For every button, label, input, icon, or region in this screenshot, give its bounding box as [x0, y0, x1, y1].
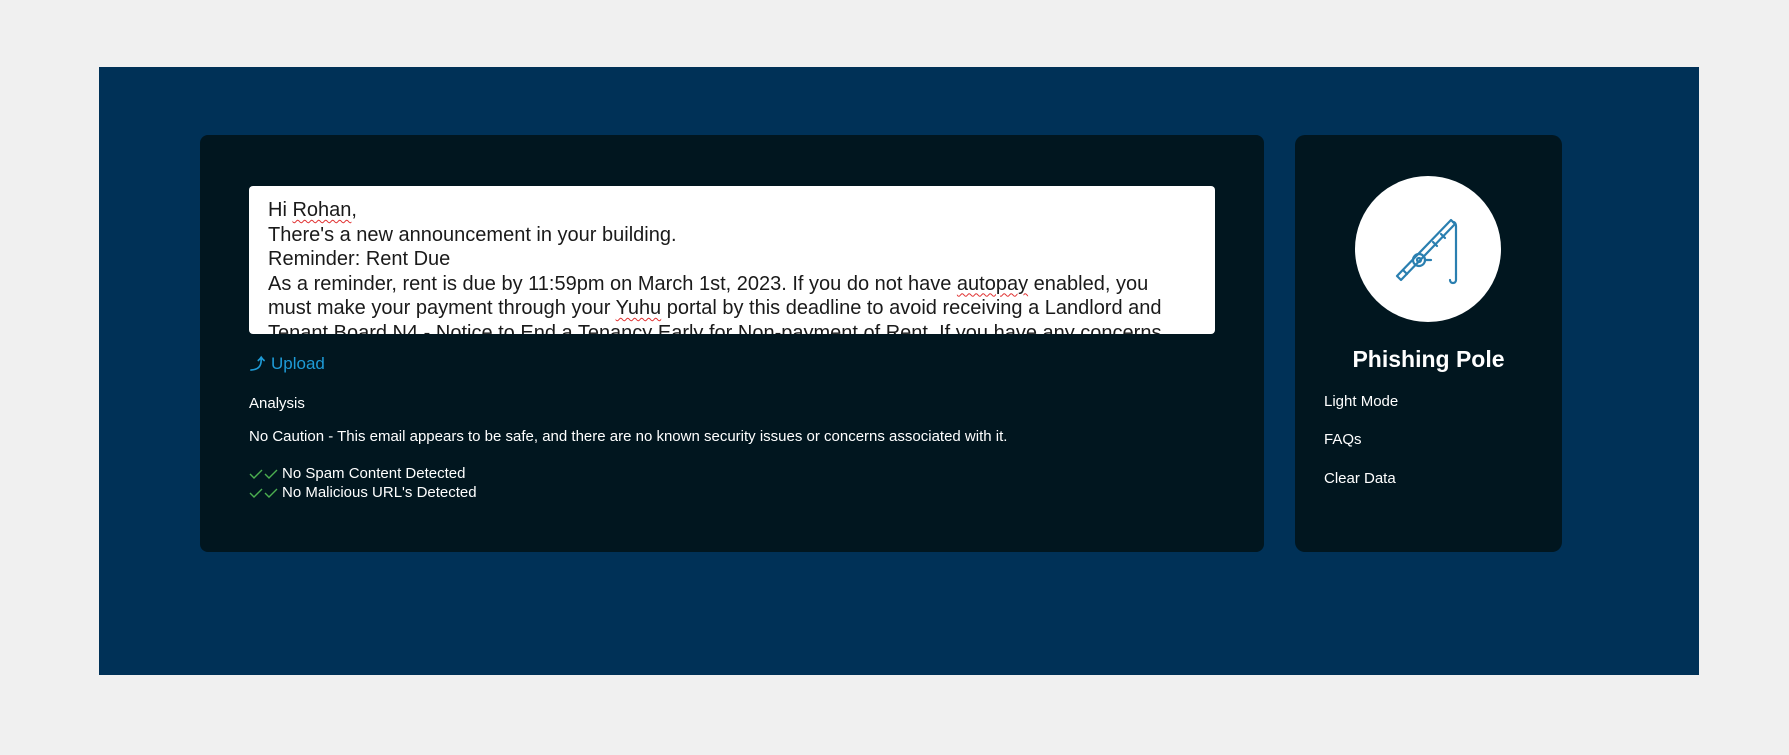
upload-button[interactable]: ⤴ Upload	[250, 353, 325, 374]
upload-label: Upload	[271, 353, 325, 373]
double-check-icon	[249, 469, 278, 479]
upload-arrow-icon: ⤴	[250, 356, 266, 373]
check-list: No Spam Content Detected No Malicious UR…	[249, 464, 477, 502]
app-title: Phishing Pole	[1352, 346, 1505, 372]
check-item: No Malicious URL's Detected	[249, 483, 477, 502]
email-line: Reminder: Rent Due	[268, 248, 451, 270]
app-frame: Hi Rohan, There's a new announcement in …	[99, 67, 1699, 675]
fishing-rod-icon	[1395, 218, 1458, 285]
sidebar-item-light-mode[interactable]: Light Mode	[1324, 393, 1398, 410]
email-greeting: Hi Rohan,	[268, 199, 357, 221]
double-check-icon	[249, 488, 278, 498]
email-body: As a reminder, rent is due by 11:59pm on…	[268, 272, 1162, 335]
sidebar-item-faqs[interactable]: FAQs	[1324, 431, 1362, 448]
main-panel: Hi Rohan, There's a new announcement in …	[200, 135, 1264, 552]
sidebar-item-clear-data[interactable]: Clear Data	[1324, 470, 1396, 487]
email-line: There's a new announcement in your build…	[268, 223, 677, 246]
analysis-heading: Analysis	[249, 395, 305, 412]
check-label: No Spam Content Detected	[282, 465, 466, 482]
email-greeting-name: Rohan	[292, 199, 352, 221]
analysis-result: No Caution - This email appears to be sa…	[249, 428, 1008, 445]
check-label: No Malicious URL's Detected	[282, 484, 477, 501]
email-input[interactable]: Hi Rohan, There's a new announcement in …	[249, 186, 1215, 334]
check-item: No Spam Content Detected	[249, 464, 477, 483]
logo	[1355, 176, 1501, 322]
sidebar: Phishing Pole Light Mode FAQs Clear Data	[1295, 135, 1562, 552]
